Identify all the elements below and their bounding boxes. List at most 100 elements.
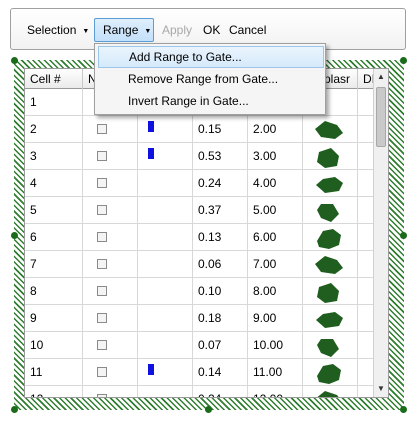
row-checkbox[interactable]: [97, 313, 107, 323]
row-checkbox[interactable]: [97, 394, 107, 397]
cell-number: 7: [25, 251, 83, 277]
mark-cell: [138, 305, 193, 331]
scroll-up-arrow-icon[interactable]: ▲: [374, 69, 388, 85]
column-header-cell-number[interactable]: Cell #: [25, 69, 83, 89]
thumbnail-cell: [303, 197, 358, 223]
mark-cell: [138, 116, 193, 142]
row-checkbox[interactable]: [97, 124, 107, 134]
cell-number: 8: [25, 278, 83, 304]
selection-menu-button[interactable]: Selection ▼: [27, 18, 89, 42]
table-row[interactable]: 12 0.2412.00: [25, 386, 375, 397]
mark-cell: [138, 251, 193, 277]
mark-cell: [138, 359, 193, 385]
row-checkbox[interactable]: [97, 232, 107, 242]
value-cell: 0.37: [193, 197, 248, 223]
cell-thumbnail-image: [317, 339, 339, 357]
value-cell: 0.18: [193, 305, 248, 331]
value-cell: 0.15: [193, 116, 248, 142]
mark-cell: [138, 386, 193, 397]
checkbox-cell: [83, 278, 138, 304]
range-label: Range: [103, 23, 139, 37]
table-row[interactable]: 10 0.07 10.00: [25, 332, 375, 359]
checkbox-cell: [83, 305, 138, 331]
table-row[interactable]: 8 0.10 8.00: [25, 278, 375, 305]
mark-cell: [138, 278, 193, 304]
row-checkbox[interactable]: [97, 340, 107, 350]
cell-number: 5: [25, 197, 83, 223]
cell-thumbnail-image: [316, 312, 343, 328]
resize-handle-top-left[interactable]: [11, 57, 18, 64]
row-checkbox[interactable]: [97, 151, 107, 161]
checkbox-cell: [83, 143, 138, 169]
row-checkbox[interactable]: [97, 205, 107, 215]
cell-thumbnail-image: [315, 121, 343, 139]
table-row[interactable]: 7 0.06 7.00: [25, 251, 375, 278]
id-cell: 3.00: [248, 143, 303, 169]
value-cell: 0.06: [193, 251, 248, 277]
cell-number: 6: [25, 224, 83, 250]
checkbox-cell: [83, 170, 138, 196]
checkbox-cell: [83, 332, 138, 358]
row-checkbox[interactable]: [97, 286, 107, 296]
checkbox-cell: [83, 224, 138, 250]
menu-item-remove-range[interactable]: Remove Range from Gate...: [98, 68, 324, 90]
value-cell: 0.24: [193, 170, 248, 196]
cell-number: 1: [25, 89, 83, 115]
thumbnail-cell: [303, 170, 358, 196]
mark-cell: [138, 197, 193, 223]
table-row[interactable]: 2 0.15 2.00: [25, 116, 375, 143]
thumbnail-cell: [303, 359, 358, 385]
id-cell: 8.00: [248, 278, 303, 304]
table-row[interactable]: 3 0.53 3.00: [25, 143, 375, 170]
cell-number: 4: [25, 170, 83, 196]
apply-button[interactable]: Apply: [162, 18, 192, 42]
scroll-down-arrow-icon[interactable]: ▼: [374, 381, 388, 397]
data-grid: Cell # N ytoplasr DI 1 2 0.15 2.00 3 0.53 3.00…: [24, 68, 389, 398]
cell-thumbnail-image: [317, 204, 339, 222]
resize-handle-bottom[interactable]: [205, 406, 212, 413]
table-row[interactable]: 5 0.37 5.00: [25, 197, 375, 224]
menu-item-invert-range[interactable]: Invert Range in Gate...: [98, 90, 324, 112]
mark-cell: [138, 143, 193, 169]
row-checkbox[interactable]: [97, 259, 107, 269]
mark-cell: [138, 224, 193, 250]
checkbox-cell: [83, 116, 138, 142]
checkbox-cell: [83, 251, 138, 277]
resize-handle-bottom-right[interactable]: [400, 406, 407, 413]
value-cell: 0.13: [193, 224, 248, 250]
table-row[interactable]: 9 0.18 9.00: [25, 305, 375, 332]
row-checkbox[interactable]: [97, 367, 107, 377]
table-row[interactable]: 6 0.13 6.00: [25, 224, 375, 251]
vertical-scrollbar[interactable]: ▲ ▼: [373, 69, 388, 397]
selection-marker: [148, 148, 154, 159]
resize-handle-right[interactable]: [400, 232, 407, 239]
table-row[interactable]: 11 0.14 11.00: [25, 359, 375, 386]
value-cell: 0.53: [193, 143, 248, 169]
id-cell: 10.00: [248, 332, 303, 358]
row-checkbox[interactable]: [97, 178, 107, 188]
thumbnail-cell: [303, 143, 358, 169]
thumbnail-cell: [303, 224, 358, 250]
cell-number: 12: [25, 386, 83, 397]
value-cell: 0.07: [193, 332, 248, 358]
table-row[interactable]: 4 0.24 4.00: [25, 170, 375, 197]
resize-handle-top-right[interactable]: [400, 57, 407, 64]
scrollbar-thumb[interactable]: [376, 87, 386, 147]
menu-item-add-range[interactable]: Add Range to Gate...: [98, 46, 324, 68]
checkbox-cell: [83, 359, 138, 385]
ok-button[interactable]: OK: [203, 18, 220, 42]
cancel-button[interactable]: Cancel: [229, 18, 266, 42]
resize-handle-bottom-left[interactable]: [11, 406, 18, 413]
thumbnail-cell: [303, 386, 358, 397]
id-cell: 2.00: [248, 116, 303, 142]
id-cell: 7.00: [248, 251, 303, 277]
resize-handle-left[interactable]: [11, 232, 18, 239]
selection-marker: [148, 121, 154, 132]
thumbnail-cell: [303, 278, 358, 304]
thumbnail-cell: [303, 116, 358, 142]
selection-label: Selection: [27, 23, 77, 37]
cell-thumbnail-image: [317, 283, 339, 303]
id-cell: 5.00: [248, 197, 303, 223]
range-menu-button[interactable]: Range ▼: [94, 18, 154, 42]
cell-thumbnail-image: [317, 391, 339, 397]
